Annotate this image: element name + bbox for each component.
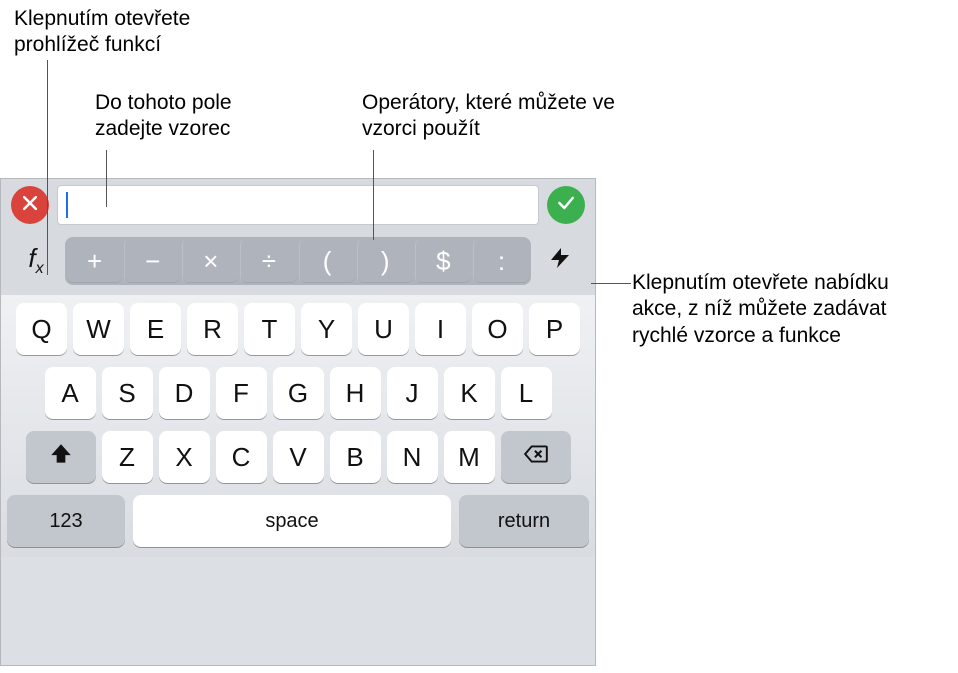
operator-minus[interactable]: −: [124, 239, 180, 283]
return-key[interactable]: return: [459, 495, 589, 547]
formula-input[interactable]: [57, 185, 539, 225]
keyboard-row-4: 123 space return: [7, 495, 589, 547]
numeric-switch-key[interactable]: 123: [7, 495, 125, 547]
keyboard-row-3: Z X C V B N M: [7, 431, 589, 483]
lightning-icon: [548, 246, 572, 277]
callout-function-browser: Klepnutím otevřete prohlížeč funkcí: [14, 6, 244, 59]
shift-key[interactable]: [26, 431, 96, 483]
key-w[interactable]: W: [73, 303, 124, 355]
fx-icon: fx: [28, 243, 43, 278]
key-q[interactable]: Q: [16, 303, 67, 355]
callout-leader: [591, 283, 631, 284]
key-m[interactable]: M: [444, 431, 495, 483]
key-u[interactable]: U: [358, 303, 409, 355]
key-c[interactable]: C: [216, 431, 267, 483]
key-h[interactable]: H: [330, 367, 381, 419]
backspace-icon: [523, 441, 549, 474]
key-d[interactable]: D: [159, 367, 210, 419]
keyboard-row-1: Q W E R T Y U I O P: [7, 303, 589, 355]
key-l[interactable]: L: [501, 367, 552, 419]
operator-colon[interactable]: :: [473, 239, 529, 283]
key-v[interactable]: V: [273, 431, 324, 483]
key-a[interactable]: A: [45, 367, 96, 419]
key-f[interactable]: F: [216, 367, 267, 419]
cancel-button[interactable]: [11, 186, 49, 224]
keyboard-row-2: A S D F G H J K L: [7, 367, 589, 419]
formula-keyboard-panel: fx + − × ÷ ( ) $ : Q W E R T Y U I: [0, 178, 596, 666]
operator-keys: + − × ÷ ( ) $ :: [65, 237, 531, 285]
key-b[interactable]: B: [330, 431, 381, 483]
space-key[interactable]: space: [133, 495, 451, 547]
key-s[interactable]: S: [102, 367, 153, 419]
operator-dollar[interactable]: $: [415, 239, 471, 283]
key-n[interactable]: N: [387, 431, 438, 483]
key-k[interactable]: K: [444, 367, 495, 419]
operator-close-paren[interactable]: ): [357, 239, 413, 283]
key-e[interactable]: E: [130, 303, 181, 355]
close-icon: [20, 193, 40, 218]
callout-formula-field: Do tohoto pole zadejte vzorec: [95, 90, 295, 143]
function-browser-button[interactable]: fx: [7, 238, 65, 284]
checkmark-icon: [556, 193, 576, 218]
operator-plus[interactable]: +: [67, 239, 122, 283]
key-p[interactable]: P: [529, 303, 580, 355]
key-g[interactable]: G: [273, 367, 324, 419]
accept-button[interactable]: [547, 186, 585, 224]
callout-leader: [47, 60, 48, 275]
callout-operators: Operátory, které můžete ve vzorci použít: [362, 90, 642, 143]
backspace-key[interactable]: [501, 431, 571, 483]
key-y[interactable]: Y: [301, 303, 352, 355]
key-o[interactable]: O: [472, 303, 523, 355]
key-j[interactable]: J: [387, 367, 438, 419]
text-caret: [66, 192, 68, 218]
callout-leader: [106, 150, 107, 207]
quick-action-button[interactable]: [531, 238, 589, 284]
operator-open-paren[interactable]: (: [299, 239, 355, 283]
key-t[interactable]: T: [244, 303, 295, 355]
callout-quick-actions: Klepnutím otevřete nabídku akce, z níž m…: [632, 270, 942, 349]
key-z[interactable]: Z: [102, 431, 153, 483]
keyboard: Q W E R T Y U I O P A S D F G H J K L: [1, 295, 595, 557]
key-r[interactable]: R: [187, 303, 238, 355]
operator-row: fx + − × ÷ ( ) $ :: [1, 231, 595, 295]
operator-multiply[interactable]: ×: [182, 239, 238, 283]
key-x[interactable]: X: [159, 431, 210, 483]
formula-bar: [1, 179, 595, 231]
callout-leader: [373, 150, 374, 240]
key-i[interactable]: I: [415, 303, 466, 355]
operator-divide[interactable]: ÷: [240, 239, 296, 283]
shift-icon: [48, 441, 74, 474]
